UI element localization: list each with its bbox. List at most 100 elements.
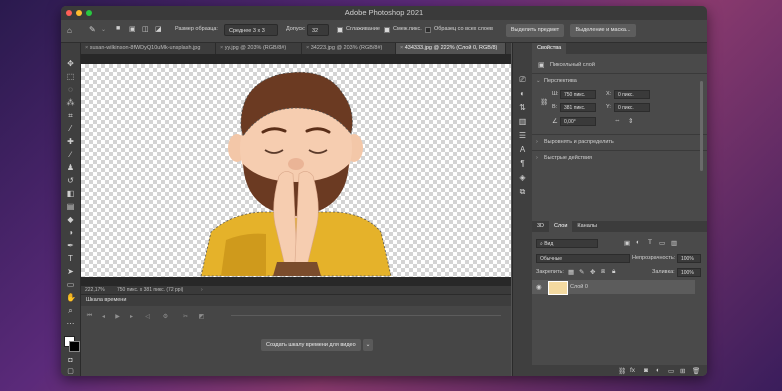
healing-brush-icon[interactable]: ✚ [66, 137, 75, 146]
crop-tool-icon[interactable]: ⌗ [66, 111, 75, 120]
doc-tab-active[interactable]: × 434333.jpg @ 222% (Слой 0, RGB/8) [396, 43, 506, 54]
dodge-tool-icon[interactable]: ◑ [66, 228, 75, 237]
tab-channels[interactable]: Каналы [572, 221, 602, 232]
adjustment-filter-icon[interactable]: ◐ [636, 239, 640, 246]
select-and-mask-button[interactable]: Выделение и маска... [570, 24, 636, 37]
width-field[interactable]: 750 пикс. [560, 90, 596, 99]
brush-tool-icon[interactable]: ∕ [66, 150, 75, 159]
tab-properties[interactable]: Свойства [532, 43, 567, 54]
fill-field[interactable]: 100% [677, 268, 701, 277]
actions-panel-icon[interactable]: ☰ [518, 131, 527, 140]
transition-icon[interactable]: ◩ [197, 313, 206, 321]
type-filter-icon[interactable]: T [648, 239, 652, 246]
tab-3d[interactable]: 3D [532, 221, 549, 232]
glyphs-panel-icon[interactable]: ◈ [518, 173, 527, 182]
audio-icon[interactable]: ◁ [143, 313, 152, 321]
tab-layers[interactable]: Слои [549, 221, 573, 232]
add-mask-icon[interactable]: ◙ [644, 367, 648, 374]
blend-mode-select[interactable]: Обычные [536, 254, 630, 263]
more-tools-icon[interactable]: ⋯ [66, 319, 75, 328]
align-section-title[interactable]: Выровнять и распределить [544, 139, 614, 145]
height-field[interactable]: 381 пикс. [560, 103, 596, 112]
flip-horizontal-icon[interactable]: ⇔ [614, 117, 621, 124]
fx-icon[interactable]: fx [630, 367, 635, 374]
libraries-panel-icon[interactable]: ▥ [518, 117, 527, 126]
canvas-area[interactable] [81, 54, 511, 286]
pixel-filter-icon[interactable]: ▣ [624, 239, 630, 247]
status-menu-chevron-icon[interactable]: › [201, 286, 203, 294]
path-selection-icon[interactable]: ➤ [66, 267, 75, 276]
eraser-tool-icon[interactable]: ◧ [66, 189, 75, 198]
next-frame-icon[interactable]: ▸ [127, 313, 136, 321]
move-tool-icon[interactable]: ✥ [66, 59, 75, 68]
new-selection-icon[interactable]: ■ [116, 25, 120, 32]
link-icon[interactable]: ⛓ [540, 98, 548, 106]
color-panel-icon[interactable]: ◐ [518, 89, 527, 98]
magic-wand-tool-icon[interactable]: ✎ [89, 25, 96, 34]
settings-icon[interactable]: ⚙ [161, 313, 170, 321]
prev-frame-icon[interactable]: ◂ [99, 313, 108, 321]
chevron-right-icon[interactable]: › [536, 155, 538, 161]
quick-mask-icon[interactable]: ◘ [66, 356, 75, 365]
perspective-section-title[interactable]: Перспектива [544, 78, 577, 84]
doc-tab[interactable]: × susan-wilkinson-8fWDyQ10uMk-unsplash.j… [81, 43, 216, 54]
new-group-icon[interactable]: ▭ [668, 367, 674, 375]
screen-mode-icon[interactable]: ▢ [66, 367, 75, 376]
zoom-tool-icon[interactable]: ⌕ [66, 306, 75, 315]
character-panel-icon[interactable]: A [518, 145, 527, 154]
marquee-tool-icon[interactable]: ⬚ [66, 72, 75, 81]
opacity-field[interactable]: 100% [677, 254, 701, 263]
magic-wand-icon[interactable]: ⁂ [66, 98, 75, 107]
eyedropper-tool-icon[interactable]: ⁄ [66, 124, 75, 133]
info-panel-icon[interactable]: ⧉ [518, 187, 527, 196]
doc-tab[interactable]: × yy.jpg @ 203% (RGB/8#) [216, 43, 302, 54]
chevron-right-icon[interactable]: › [536, 139, 538, 145]
eye-icon[interactable]: ◉ [536, 283, 542, 291]
new-layer-icon[interactable]: ⊞ [680, 367, 685, 375]
zoom-level[interactable]: 222,17% [85, 286, 105, 294]
properties-scrollbar[interactable] [700, 81, 703, 171]
lock-all-icon[interactable]: 🔒︎ [612, 268, 615, 276]
rectangle-tool-icon[interactable]: ▭ [66, 280, 75, 289]
lock-position-icon[interactable]: ✥ [590, 268, 595, 276]
sample-size-select[interactable]: Среднее 3 x 3 [224, 24, 278, 36]
create-video-timeline-button[interactable]: Создать шкалу времени для видео [261, 339, 361, 351]
gradient-tool-icon[interactable]: ▤ [66, 202, 75, 211]
sample-all-layers-checkbox[interactable] [425, 27, 431, 33]
quick-actions-section-title[interactable]: Быстрые действия [544, 155, 592, 161]
play-icon[interactable]: ▶ [113, 313, 122, 321]
pen-tool-icon[interactable]: ✒ [66, 241, 75, 250]
chevron-down-icon[interactable]: ⌄ [101, 26, 106, 33]
add-selection-icon[interactable]: ▣ [129, 25, 136, 33]
type-tool-icon[interactable]: T [66, 254, 75, 263]
intersect-selection-icon[interactable]: ◪ [155, 25, 162, 33]
subtract-selection-icon[interactable]: ◫ [142, 25, 149, 33]
doc-tab[interactable]: × 34223.jpg @ 203% (RGB/8#) [302, 43, 396, 54]
layer-filter-select[interactable]: ⌕ Вид [536, 239, 598, 248]
angle-field[interactable]: 0,00° [560, 117, 596, 126]
background-color-swatch[interactable] [69, 341, 80, 352]
blur-tool-icon[interactable]: ◆ [66, 215, 75, 224]
split-icon[interactable]: ✂ [181, 313, 190, 321]
flip-vertical-icon[interactable]: ⇕ [628, 117, 633, 125]
layer-row[interactable]: ◉ Слой 0 [532, 280, 695, 295]
layer-name[interactable]: Слой 0 [570, 284, 588, 290]
anti-alias-checkbox[interactable] [337, 27, 343, 33]
home-icon[interactable]: ⌂ [67, 26, 72, 35]
clone-stamp-icon[interactable]: ♟ [66, 163, 75, 172]
chevron-down-icon[interactable]: ⌄ [536, 78, 541, 84]
shape-filter-icon[interactable]: ▭ [659, 239, 665, 247]
link-layers-icon[interactable]: ⛓ [618, 367, 626, 375]
history-panel-icon[interactable]: ⎚ [518, 75, 527, 84]
contiguous-checkbox[interactable] [384, 27, 390, 33]
trash-icon[interactable]: 🗑︎ [692, 367, 700, 375]
document-canvas[interactable] [81, 64, 511, 277]
paragraph-panel-icon[interactable]: ¶ [518, 159, 527, 168]
adjustment-layer-icon[interactable]: ◐ [656, 367, 660, 374]
adjustments-panel-icon[interactable]: ⇅ [518, 103, 527, 112]
hand-tool-icon[interactable]: ✋ [66, 293, 76, 302]
y-field[interactable]: 0 пикс. [614, 103, 650, 112]
x-field[interactable]: 0 пикс. [614, 90, 650, 99]
lock-transparent-icon[interactable]: ▦ [568, 268, 574, 276]
first-frame-icon[interactable]: ⏮ [85, 313, 94, 321]
